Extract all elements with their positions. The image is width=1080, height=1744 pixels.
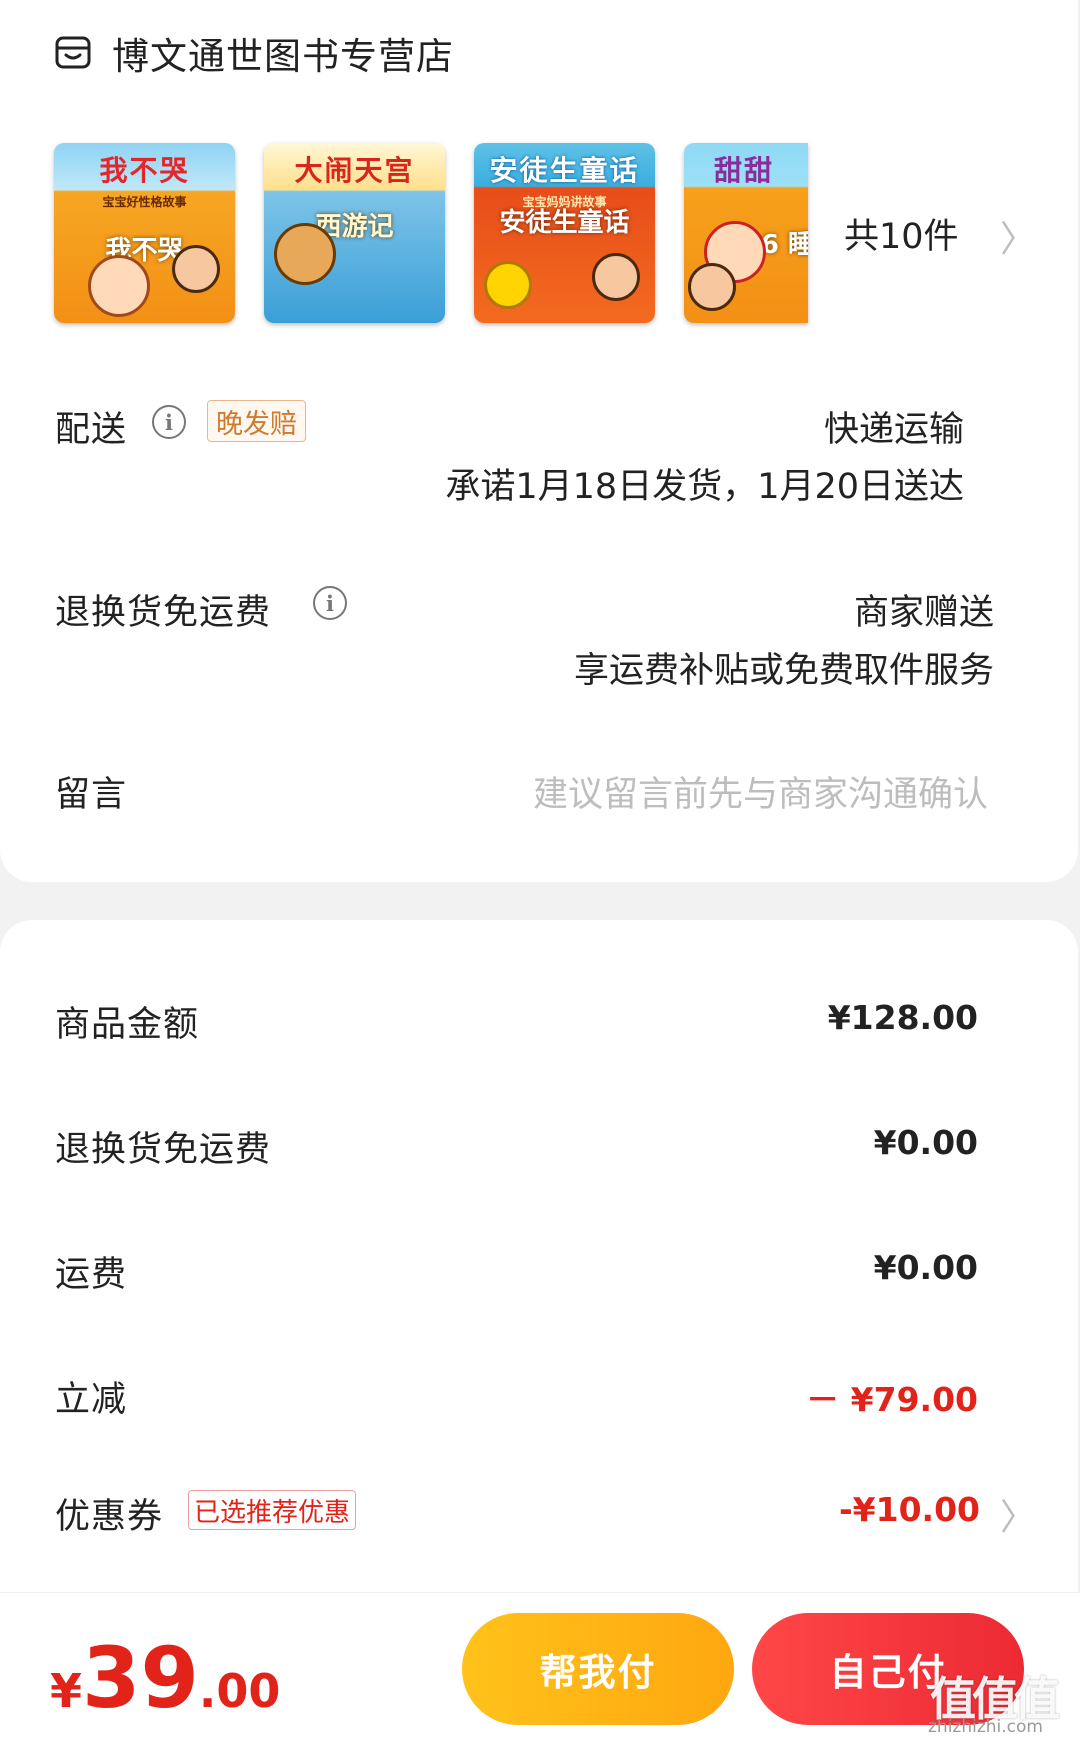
- coupon-value[interactable]: -¥10.00: [839, 1490, 980, 1529]
- coupon-recommended-tag: 已选推荐优惠: [188, 1490, 357, 1530]
- summary-value-return-freight: ¥0.00: [873, 1123, 978, 1162]
- total-decimal: .00: [198, 1664, 281, 1718]
- summary-label-return-freight: 退换货免运费: [55, 1130, 272, 1170]
- cartoon-boy-face: [172, 245, 220, 293]
- delivery-method: 快递运输: [823, 410, 964, 450]
- product-thumb-title: 安徒生童话: [489, 154, 640, 187]
- cartoon-child-face: [688, 263, 736, 311]
- help-pay-button[interactable]: 帮我付: [462, 1613, 734, 1725]
- product-thumb-title: 甜甜: [714, 154, 775, 187]
- chevron-right-icon[interactable]: 〉: [1000, 210, 1036, 262]
- info-icon[interactable]: i: [152, 405, 186, 439]
- product-thumb-2[interactable]: 大闹天宫 西游记: [264, 143, 445, 323]
- summary-label-goods: 商品金额: [55, 1005, 200, 1045]
- message-label: 留言: [55, 775, 128, 815]
- message-input[interactable]: 建议留言前先与商家沟通确认: [533, 766, 988, 817]
- cartoon-girl-face: [88, 255, 150, 317]
- store-header[interactable]: 博文通世图书专营店: [54, 28, 454, 78]
- summary-value-goods: ¥128.00: [827, 998, 978, 1037]
- late-delivery-compensation-tag: 晚发赔: [207, 400, 306, 442]
- store-name: 博文通世图书专营店: [112, 35, 454, 78]
- monkey-king-face: [274, 223, 336, 285]
- store-icon: [55, 36, 91, 69]
- product-thumb-4[interactable]: 甜甜 36 睡: [684, 143, 808, 323]
- summary-label-shipping: 运费: [55, 1255, 128, 1295]
- return-freight-provider: 商家赠送: [853, 593, 994, 633]
- return-freight-desc: 享运费补贴或免费取件服务: [573, 651, 994, 691]
- product-count[interactable]: 共10件: [844, 208, 959, 259]
- summary-label-discount: 立减: [55, 1380, 128, 1420]
- site-watermark-url: zhizhizhi.com: [928, 1717, 1043, 1737]
- product-thumb-cover-text: 安徒生童话: [499, 208, 630, 238]
- total-price: ¥39.00: [50, 1629, 280, 1727]
- coupon-label: 优惠券: [55, 1497, 164, 1537]
- total-integer: 39: [82, 1629, 199, 1727]
- mermaid-illustration: [592, 253, 640, 301]
- info-icon[interactable]: i: [313, 586, 347, 620]
- chevron-right-icon[interactable]: 〉: [1000, 1488, 1036, 1540]
- duck-illustration: [484, 261, 532, 309]
- currency-symbol: ¥: [50, 1664, 83, 1718]
- summary-value-discount: － ¥79.00: [806, 1380, 978, 1419]
- checkout-bar: ¥39.00 帮我付 自己付 值值值 zhizhizhi.com: [0, 1592, 1080, 1744]
- product-thumbnails[interactable]: 我不哭 宝宝好性格故事 我不哭 大闹天宫 西游记 安徒生童话 宝宝妈妈讲故事 安…: [54, 143, 837, 323]
- product-thumb-1[interactable]: 我不哭 宝宝好性格故事 我不哭: [54, 143, 235, 323]
- summary-value-shipping: ¥0.00: [873, 1248, 978, 1287]
- product-thumb-subtitle: 宝宝好性格故事: [102, 195, 187, 209]
- product-thumb-title: 我不哭: [99, 154, 190, 187]
- product-thumb-title: 大闹天宫: [294, 154, 415, 187]
- delivery-promise: 承诺1月18日发货，1月20日送达: [445, 467, 964, 507]
- product-thumb-3[interactable]: 安徒生童话 宝宝妈妈讲故事 安徒生童话: [474, 143, 655, 323]
- delivery-label: 配送: [55, 410, 128, 450]
- return-freight-label: 退换货免运费: [55, 593, 272, 633]
